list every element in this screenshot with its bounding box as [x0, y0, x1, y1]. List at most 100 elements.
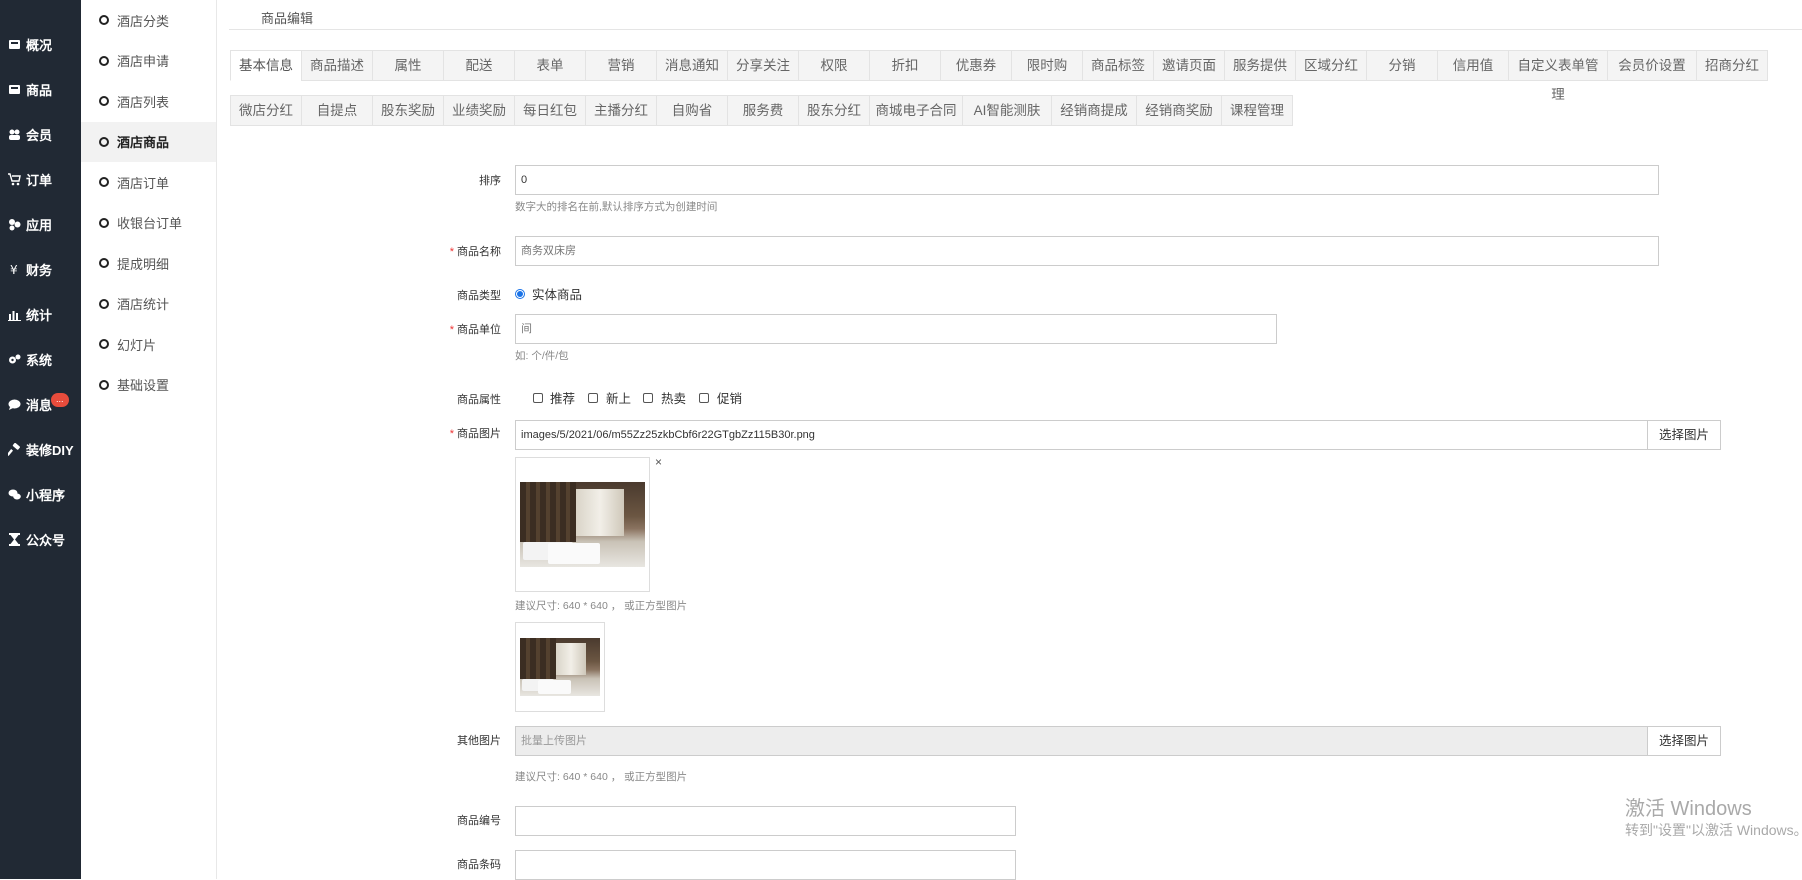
code-input[interactable] — [515, 806, 1016, 836]
tab-row1-4[interactable]: 表单 — [514, 50, 586, 81]
tab-row1-20[interactable]: 招商分红 — [1696, 50, 1768, 81]
tab-row1-7[interactable]: 分享关注 — [727, 50, 799, 81]
remove-image-icon[interactable]: × — [655, 455, 662, 469]
nav-item-1[interactable]: 商品 — [0, 67, 81, 112]
unit-input[interactable]: 间 — [515, 314, 1277, 344]
tab-row1-1[interactable]: 商品描述 — [301, 50, 373, 81]
tab-row2-5[interactable]: 主播分红 — [585, 95, 657, 126]
tab-row2-8[interactable]: 股东分红 — [798, 95, 870, 126]
tab-row2-0[interactable]: 微店分红 — [230, 95, 302, 126]
subnav-item-0[interactable]: 酒店分类 — [81, 0, 216, 41]
sort-label: 排序 — [479, 175, 501, 187]
tab-row1-19[interactable]: 会员价设置 — [1607, 50, 1697, 81]
tab-row1-16[interactable]: 分销 — [1366, 50, 1438, 81]
nav-item-label: 消息 — [26, 398, 53, 413]
tab-row1-12[interactable]: 商品标签 — [1082, 50, 1154, 81]
subnav-item-5[interactable]: 收银台订单 — [81, 203, 216, 244]
image-path-input[interactable]: images/5/2021/06/m55Zz25zkbCbf6r22GTgbZz… — [515, 420, 1648, 450]
tab-row2-1[interactable]: 自提点 — [301, 95, 373, 126]
nav-item-3[interactable]: 订单 — [0, 157, 81, 202]
circle-icon — [99, 217, 109, 228]
tab-row1-17[interactable]: 信用值 — [1437, 50, 1509, 81]
subnav-item-6[interactable]: 提成明细 — [81, 243, 216, 284]
tab-row1-0[interactable]: 基本信息 — [230, 50, 302, 81]
tab-row1-2[interactable]: 属性 — [372, 50, 444, 81]
tab-row2-7[interactable]: 服务费 — [727, 95, 799, 126]
subnav-item-1[interactable]: 酒店申请 — [81, 41, 216, 82]
nav-item-5[interactable]: ¥ 财务 — [0, 247, 81, 292]
name-input[interactable]: 商务双床房 — [515, 236, 1659, 266]
code-label: 商品编号 — [457, 815, 501, 827]
nav-item-10[interactable]: 小程序 — [0, 472, 81, 517]
nav-item-8[interactable]: 消息... — [0, 382, 81, 427]
subnav-item-7[interactable]: 酒店统计 — [81, 284, 216, 325]
unit-help: 如: 个/件/包 — [515, 350, 569, 362]
attr-recommend-checkbox[interactable] — [533, 393, 543, 403]
attr-promo-checkbox[interactable] — [699, 393, 709, 403]
tab-row1-18[interactable]: 自定义表单管理 — [1508, 50, 1608, 102]
type-radio[interactable] — [515, 289, 525, 299]
tab-row2-3[interactable]: 业绩奖励 — [443, 95, 515, 126]
attr-hot-checkbox[interactable] — [643, 393, 653, 403]
nav-item-label: 统计 — [26, 308, 53, 323]
hotel-room-photo-small — [520, 638, 600, 696]
subnav-item-label: 酒店列表 — [117, 94, 170, 110]
tab-row1-15[interactable]: 区域分红 — [1295, 50, 1367, 81]
circle-icon — [99, 298, 109, 309]
sort-input[interactable]: 0 — [515, 165, 1659, 195]
nav-item-7[interactable]: 系统 — [0, 337, 81, 382]
tab-row2-4[interactable]: 每日红包 — [514, 95, 586, 126]
nav-item-4[interactable]: 应用 — [0, 202, 81, 247]
tab-row1-11[interactable]: 限时购 — [1011, 50, 1083, 81]
subnav-item-label: 幻灯片 — [117, 337, 157, 353]
subnav-item-3[interactable]: 酒店商品 — [81, 121, 216, 162]
tab-row1-14[interactable]: 服务提供 — [1224, 50, 1296, 81]
subnav-item-4[interactable]: 酒店订单 — [81, 162, 216, 203]
subnav-item-label: 收银台订单 — [117, 216, 183, 232]
apps-icon — [6, 218, 22, 232]
tab-row1-10[interactable]: 优惠券 — [940, 50, 1012, 81]
nav-item-9[interactable]: 装修DIY — [0, 427, 81, 472]
attr-promo-label: 促销 — [717, 392, 743, 406]
nav-item-6[interactable]: 统计 — [0, 292, 81, 337]
barcode-label: 商品条码 — [457, 859, 501, 871]
other-images-input[interactable]: 批量上传图片 — [515, 726, 1648, 756]
tab-row1-6[interactable]: 消息通知 — [656, 50, 728, 81]
tab-row1-5[interactable]: 营销 — [585, 50, 657, 81]
title-divider — [229, 29, 1802, 30]
nav-item-2[interactable]: 会员 — [0, 112, 81, 157]
other-images-label: 其他图片 — [457, 735, 501, 747]
nav-item-11[interactable]: 公众号 — [0, 517, 81, 562]
select-image-button[interactable]: 选择图片 — [1647, 420, 1721, 450]
name-label: * 商品名称 — [449, 246, 501, 258]
tab-row2-13[interactable]: 课程管理 — [1221, 95, 1293, 126]
image-preview-large — [515, 457, 650, 592]
tab-row2-9[interactable]: 商城电子合同 — [869, 95, 963, 126]
barcode-input[interactable] — [515, 850, 1016, 880]
subnav-item-label: 提成明细 — [117, 256, 170, 272]
nav-item-0[interactable]: 概况 — [0, 22, 81, 67]
dashboard-icon — [6, 38, 22, 52]
cart-icon — [6, 173, 22, 187]
attrs-label: 商品属性 — [457, 394, 501, 406]
tab-row1-13[interactable]: 邀请页面 — [1153, 50, 1225, 81]
select-other-images-button[interactable]: 选择图片 — [1647, 726, 1721, 756]
tab-row2-6[interactable]: 自购省 — [656, 95, 728, 126]
hourglass-icon — [6, 533, 22, 547]
nav-item-label: 财务 — [26, 263, 53, 278]
subnav-item-9[interactable]: 基础设置 — [81, 365, 216, 406]
type-option-label: 实体商品 — [532, 288, 583, 302]
tab-row2-12[interactable]: 经销商奖励 — [1136, 95, 1222, 126]
attr-new-checkbox[interactable] — [588, 393, 598, 403]
tab-row1-9[interactable]: 折扣 — [869, 50, 941, 81]
hotel-room-photo — [520, 482, 645, 567]
tab-row1-8[interactable]: 权限 — [798, 50, 870, 81]
subnav-item-2[interactable]: 酒店列表 — [81, 81, 216, 122]
tab-row2-10[interactable]: AI智能测肤 — [962, 95, 1052, 126]
main-nav: 概况 商品 会员 订单 应用 ¥ 财务统计系统 消息... 装修DIY 小程序 公众号 — [0, 0, 81, 879]
subnav-item-8[interactable]: 幻灯片 — [81, 324, 216, 365]
tab-row2-2[interactable]: 股东奖励 — [372, 95, 444, 126]
tab-row2-11[interactable]: 经销商提成 — [1051, 95, 1137, 126]
tab-row1-3[interactable]: 配送 — [443, 50, 515, 81]
activation-watermark-title: 激活 Windows — [1625, 798, 1752, 820]
